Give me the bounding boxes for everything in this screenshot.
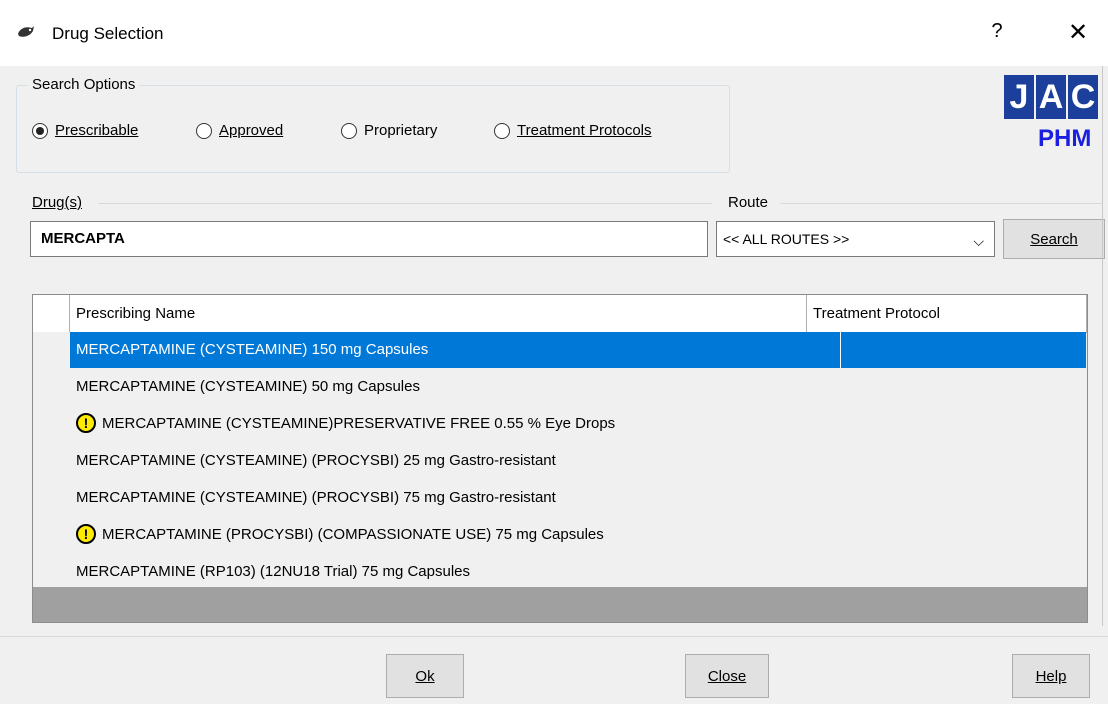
cell-treatment-protocol [841,406,1086,442]
logo-letter-c: C [1068,75,1098,119]
results-grid[interactable]: Prescribing Name Treatment Protocol MERC… [32,294,1088,623]
cell-text: MERCAPTAMINE (RP103) (12NU18 Trial) 75 m… [76,563,471,580]
table-row[interactable]: ! MERCAPTAMINE (PROCYSBI) (COMPASSIONATE … [70,517,1086,553]
help-button[interactable]: Help [1012,654,1090,698]
radio-label-treatment-protocols: Treatment Protocols [517,122,652,139]
cell-treatment-protocol [841,369,1086,405]
cell-prescribing-name: ! MERCAPTAMINE (CYSTEAMINE)PRESERVATIVE F… [70,406,841,442]
help-button-label: Help [1035,667,1067,685]
search-button-label: Search [1030,230,1078,248]
radio-label-proprietary: Proprietary [364,122,438,139]
cell-prescribing-name: ! MERCAPTAMINE (PROCYSBI) (COMPASSIONATE … [70,517,841,553]
window-title: Drug Selection [52,24,164,43]
cell-treatment-protocol [841,443,1086,479]
ok-button[interactable]: Ok [386,654,464,698]
radio-label-approved: Approved [219,122,284,139]
drug-input[interactable]: MERCAPTA [30,221,708,257]
route-select-value: << ALL ROUTES >> [723,231,850,247]
logo-subtitle: PHM [1038,125,1092,152]
warning-icon: ! [76,412,96,433]
radio-circle-icon [341,122,357,139]
table-row[interactable]: MERCAPTAMINE (RP103) (12NU18 Trial) 75 m… [70,554,1086,590]
cell-text: MERCAPTAMINE (PROCYSBI) (COMPASSIONATE U… [102,526,604,543]
radio-label-prescribable: Prescribable [55,122,139,139]
table-row[interactable]: MERCAPTAMINE (CYSTEAMINE) (PROCYSBI) 25 … [70,443,1086,479]
cell-treatment-protocol [841,480,1086,516]
search-button[interactable]: Search [1003,219,1105,259]
footer-divider [0,636,1108,637]
cell-text: MERCAPTAMINE (CYSTEAMINE) 150 mg Capsule… [76,341,429,358]
drug-label: Drug(s) [32,194,83,211]
header-row-selector [33,295,70,332]
table-row[interactable]: MERCAPTAMINE (CYSTEAMINE) (PROCYSBI) 75 … [70,480,1086,516]
window-edge [1102,66,1103,626]
radio-treatment-protocols[interactable]: Treatment Protocols [494,122,652,139]
cell-prescribing-name: MERCAPTAMINE (RP103) (12NU18 Trial) 75 m… [70,554,841,590]
radio-approved[interactable]: Approved [196,122,283,139]
radio-circle-icon [196,122,212,139]
search-options-legend: Search Options [28,76,140,93]
header-prescribing-name[interactable]: Prescribing Name [70,295,807,332]
table-row[interactable]: MERCAPTAMINE (CYSTEAMINE) 50 mg Capsules [70,369,1086,405]
cell-prescribing-name: MERCAPTAMINE (CYSTEAMINE) (PROCYSBI) 25 … [70,443,841,479]
cell-text: MERCAPTAMINE (CYSTEAMINE) 50 mg Capsules [76,378,420,395]
cell-prescribing-name: MERCAPTAMINE (CYSTEAMINE) (PROCYSBI) 75 … [70,480,841,516]
cell-text: MERCAPTAMINE (CYSTEAMINE) (PROCYSBI) 25 … [76,452,556,469]
radio-circle-icon [32,122,48,139]
ok-button-label: Ok [415,667,435,685]
cell-treatment-protocol [841,332,1086,368]
close-button[interactable]: Close [685,654,769,698]
logo-letter-a: A [1036,75,1066,119]
cell-treatment-protocol [841,517,1086,553]
title-bar: Drug Selection ? ✕ [0,0,1108,66]
radio-proprietary[interactable]: Proprietary [341,122,437,139]
logo-letter-j: J [1004,75,1034,119]
radio-circle-icon [494,122,510,139]
grid-footer [33,587,1087,622]
header-treatment-protocol[interactable]: Treatment Protocol [807,295,1087,332]
help-icon[interactable]: ? [985,20,1009,43]
chevron-down-icon: ⌵ [973,233,984,249]
drug-separator [98,203,712,204]
close-button-label: Close [707,667,747,685]
warning-icon: ! [76,523,96,544]
radio-prescribable[interactable]: Prescribable [32,122,138,139]
table-row[interactable]: MERCAPTAMINE (CYSTEAMINE) 150 mg Capsule… [70,332,1086,368]
cell-prescribing-name: MERCAPTAMINE (CYSTEAMINE) 50 mg Capsules [70,369,841,405]
cell-prescribing-name: MERCAPTAMINE (CYSTEAMINE) 150 mg Capsule… [70,332,841,368]
cell-treatment-protocol [841,554,1086,590]
route-label: Route [728,194,769,211]
row-selector-column [33,332,70,587]
grid-header: Prescribing Name Treatment Protocol [33,295,1087,333]
route-select[interactable]: << ALL ROUTES >> ⌵ [716,221,995,257]
route-separator [780,203,1102,204]
table-row[interactable]: ! MERCAPTAMINE (CYSTEAMINE)PRESERVATIVE F… [70,406,1086,442]
app-icon [18,26,34,37]
close-icon[interactable]: ✕ [1064,18,1092,47]
cell-text: MERCAPTAMINE (CYSTEAMINE)PRESERVATIVE FR… [102,415,616,432]
jac-logo: J A C PHM [1004,75,1108,155]
cell-text: MERCAPTAMINE (CYSTEAMINE) (PROCYSBI) 75 … [76,489,556,506]
